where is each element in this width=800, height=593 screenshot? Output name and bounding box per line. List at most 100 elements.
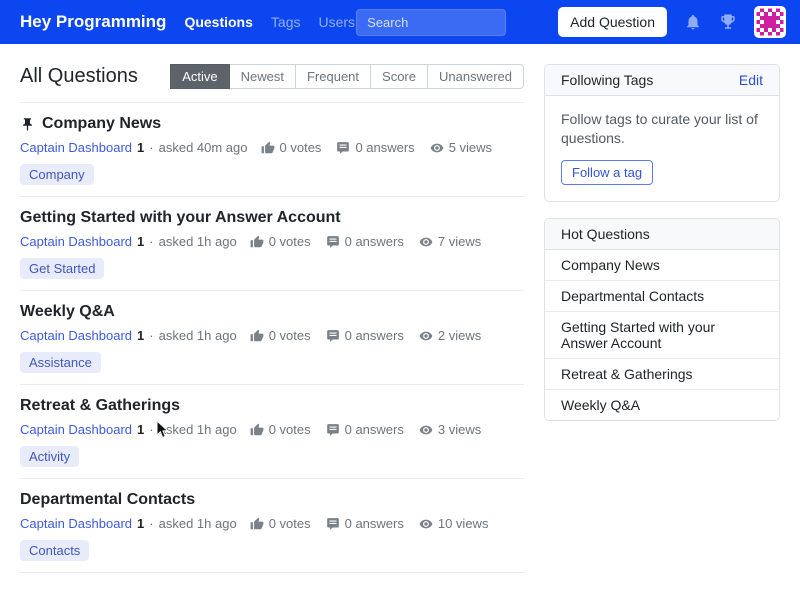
- question-item: Company News Captain Dashboard 1 · asked…: [20, 103, 524, 197]
- question-title-text: Getting Started with your Answer Account: [20, 209, 341, 227]
- question-title[interactable]: Weekly Q&A: [20, 303, 524, 321]
- author-link[interactable]: Captain Dashboard: [20, 234, 132, 249]
- question-meta: Captain Dashboard 1 · asked 40m ago 0 vo…: [20, 140, 524, 155]
- question-list: Company News Captain Dashboard 1 · asked…: [20, 103, 524, 573]
- thumbs-up-icon: [250, 329, 264, 343]
- filter-group: Active Newest Frequent Score Unanswered: [171, 64, 524, 89]
- views-stat: 2 views: [419, 328, 481, 343]
- nav-link[interactable]: Users: [318, 14, 355, 30]
- question-title[interactable]: Getting Started with your Answer Account: [20, 209, 524, 227]
- edit-tags-link[interactable]: Edit: [739, 72, 763, 88]
- thumbs-up-icon: [250, 235, 264, 249]
- asked-time: asked 1h ago: [159, 328, 237, 343]
- question-tag[interactable]: Get Started: [20, 258, 104, 279]
- answers-stat: 0 answers: [326, 422, 404, 437]
- thumbs-up-icon: [250, 423, 264, 437]
- answer-bubble-icon: [336, 141, 350, 155]
- views-count: 10 views: [438, 516, 489, 531]
- nav-link[interactable]: Tags: [271, 14, 301, 30]
- hot-question-item[interactable]: Retreat & Gatherings: [545, 358, 779, 389]
- votes-count: 0 votes: [269, 234, 311, 249]
- filter-button[interactable]: Active: [170, 64, 229, 89]
- filter-button[interactable]: Unanswered: [427, 64, 524, 89]
- votes-stat: 0 votes: [261, 140, 322, 155]
- filter-button[interactable]: Score: [370, 64, 428, 89]
- filter-button[interactable]: Newest: [229, 64, 296, 89]
- views-stat: 10 views: [419, 516, 489, 531]
- hot-question-item[interactable]: Company News: [545, 250, 779, 280]
- question-meta: Captain Dashboard 1 · asked 1h ago 0 vot…: [20, 422, 524, 437]
- following-tags-body: Follow tags to curate your list of quest…: [545, 96, 779, 201]
- question-item: Weekly Q&A Captain Dashboard 1 · asked 1…: [20, 291, 524, 385]
- question-stats: 0 votes 0 answers 5 views: [261, 140, 493, 155]
- avatar-identicon: [754, 6, 786, 38]
- question-meta: Captain Dashboard 1 · asked 1h ago 0 vot…: [20, 234, 524, 249]
- views-stat: 5 views: [430, 140, 492, 155]
- add-question-button[interactable]: Add Question: [558, 7, 667, 37]
- hot-question-item[interactable]: Departmental Contacts: [545, 280, 779, 311]
- bell-icon[interactable]: [684, 13, 702, 31]
- question-tag[interactable]: Activity: [20, 446, 79, 467]
- asked-time: asked 1h ago: [159, 422, 237, 437]
- follow-a-tag-button[interactable]: Follow a tag: [561, 160, 653, 185]
- trophy-icon[interactable]: [719, 13, 737, 31]
- meta-separator: ·: [149, 234, 153, 249]
- question-title[interactable]: Departmental Contacts: [20, 491, 524, 509]
- votes-count: 0 votes: [269, 328, 311, 343]
- meta-separator: ·: [149, 516, 153, 531]
- following-tags-card: Following Tags Edit Follow tags to curat…: [544, 64, 780, 202]
- author-reputation: 1: [137, 140, 144, 155]
- answers-count: 0 answers: [355, 140, 414, 155]
- author-link[interactable]: Captain Dashboard: [20, 422, 132, 437]
- following-tags-description: Follow tags to curate your list of quest…: [561, 110, 763, 148]
- hot-question-item[interactable]: Getting Started with your Answer Account: [545, 311, 779, 358]
- search-input[interactable]: [356, 9, 506, 36]
- meta-separator: ·: [149, 422, 153, 437]
- pin-icon: [20, 117, 35, 132]
- answers-count: 0 answers: [345, 234, 404, 249]
- asked-time: asked 1h ago: [159, 516, 237, 531]
- answer-bubble-icon: [326, 423, 340, 437]
- question-stats: 0 votes 0 answers 10 views: [250, 516, 489, 531]
- answers-count: 0 answers: [345, 516, 404, 531]
- question-tag[interactable]: Contacts: [20, 540, 89, 561]
- question-tag[interactable]: Assistance: [20, 352, 101, 373]
- author-link[interactable]: Captain Dashboard: [20, 516, 132, 531]
- search-bar: [356, 9, 506, 36]
- author-link[interactable]: Captain Dashboard: [20, 140, 132, 155]
- answer-bubble-icon: [326, 517, 340, 531]
- eye-icon: [419, 423, 433, 437]
- hot-question-item[interactable]: Weekly Q&A: [545, 389, 779, 420]
- votes-count: 0 votes: [269, 422, 311, 437]
- votes-stat: 0 votes: [250, 516, 311, 531]
- author-link[interactable]: Captain Dashboard: [20, 328, 132, 343]
- votes-count: 0 votes: [280, 140, 322, 155]
- eye-icon: [419, 329, 433, 343]
- filter-button[interactable]: Frequent: [295, 64, 371, 89]
- author-reputation: 1: [137, 422, 144, 437]
- content: All Questions Active Newest Frequent Sco…: [0, 44, 800, 593]
- main-header: All Questions Active Newest Frequent Sco…: [20, 64, 524, 103]
- nav-links: Questions Tags Users: [184, 14, 355, 30]
- avatar[interactable]: [754, 6, 786, 38]
- hot-questions-card: Hot Questions Company News Departmental …: [544, 218, 780, 421]
- sidebar: Following Tags Edit Follow tags to curat…: [544, 64, 780, 437]
- question-title[interactable]: Retreat & Gatherings: [20, 397, 524, 415]
- meta-separator: ·: [149, 140, 153, 155]
- asked-time: asked 1h ago: [159, 234, 237, 249]
- question-tag[interactable]: Company: [20, 164, 94, 185]
- meta-separator: ·: [149, 328, 153, 343]
- brand-logo[interactable]: Hey Programming: [20, 12, 166, 32]
- eye-icon: [419, 517, 433, 531]
- answers-stat: 0 answers: [326, 328, 404, 343]
- following-tags-title: Following Tags: [561, 72, 653, 88]
- hot-questions-title: Hot Questions: [561, 226, 650, 242]
- votes-count: 0 votes: [269, 516, 311, 531]
- answers-stat: 0 answers: [326, 234, 404, 249]
- question-title[interactable]: Company News: [20, 115, 524, 133]
- votes-stat: 0 votes: [250, 234, 311, 249]
- nav-link[interactable]: Questions: [184, 14, 252, 30]
- eye-icon: [430, 141, 444, 155]
- question-title-text: Company News: [42, 115, 161, 133]
- author-reputation: 1: [137, 516, 144, 531]
